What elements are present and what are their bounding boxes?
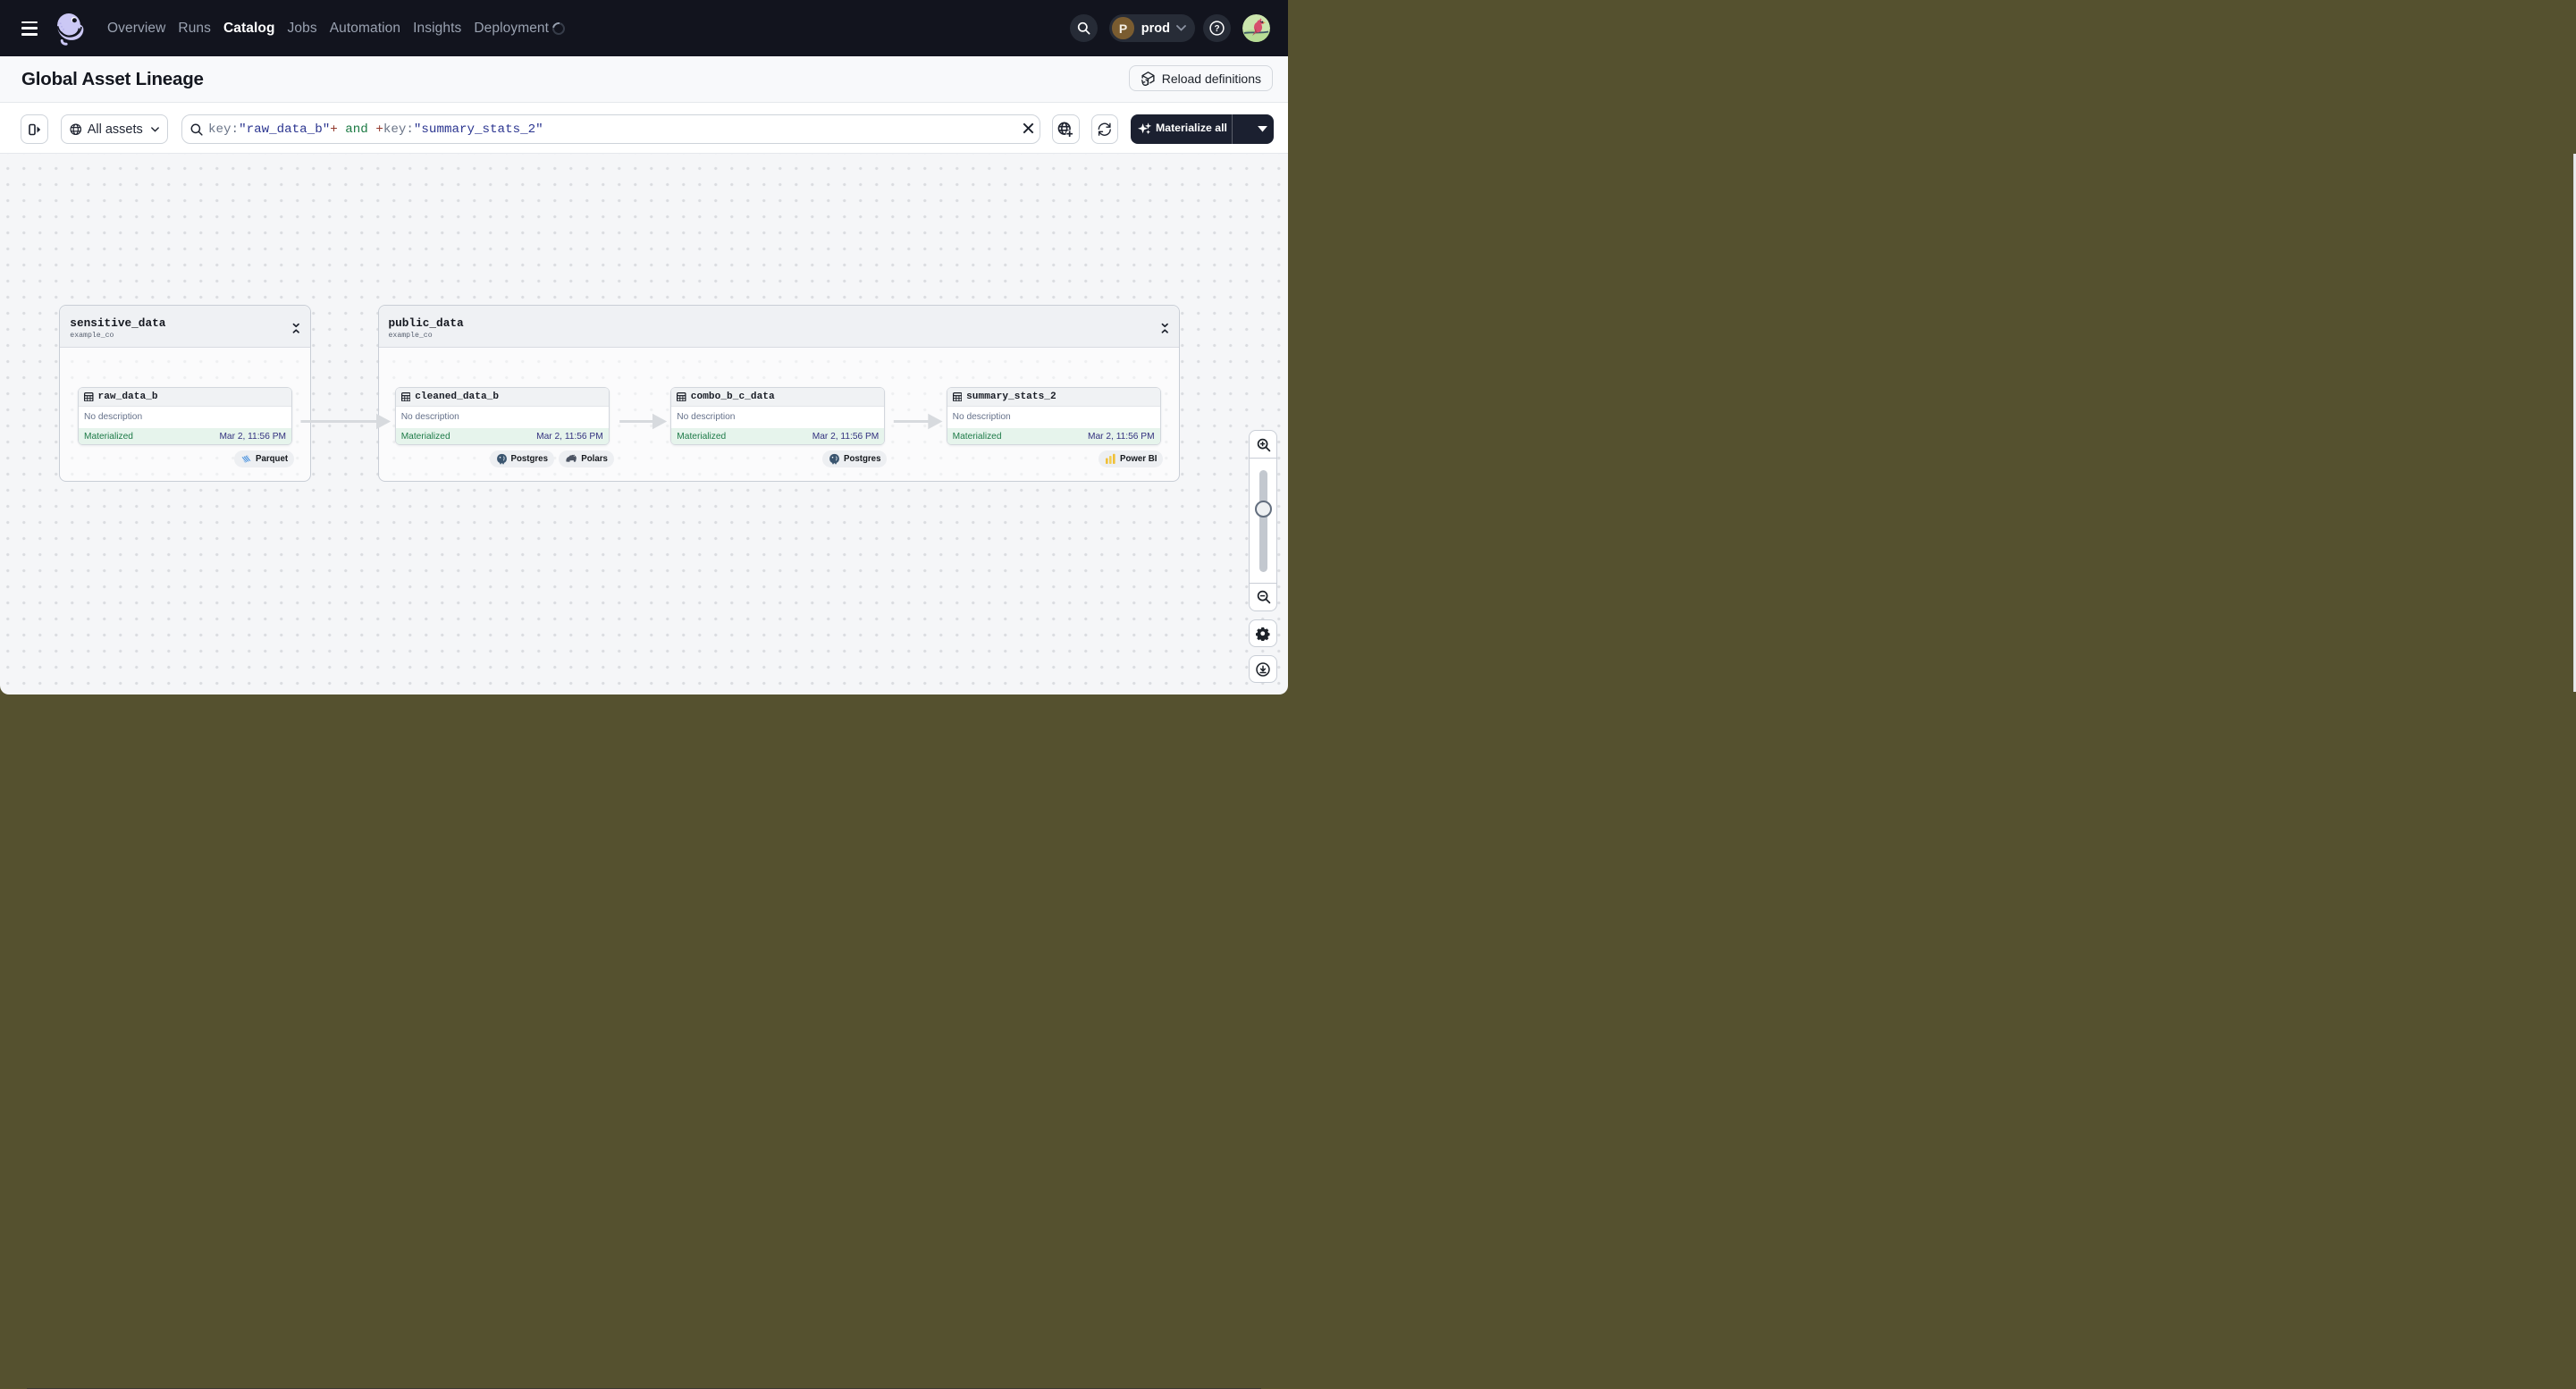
svg-text:?: ? <box>1214 24 1219 34</box>
